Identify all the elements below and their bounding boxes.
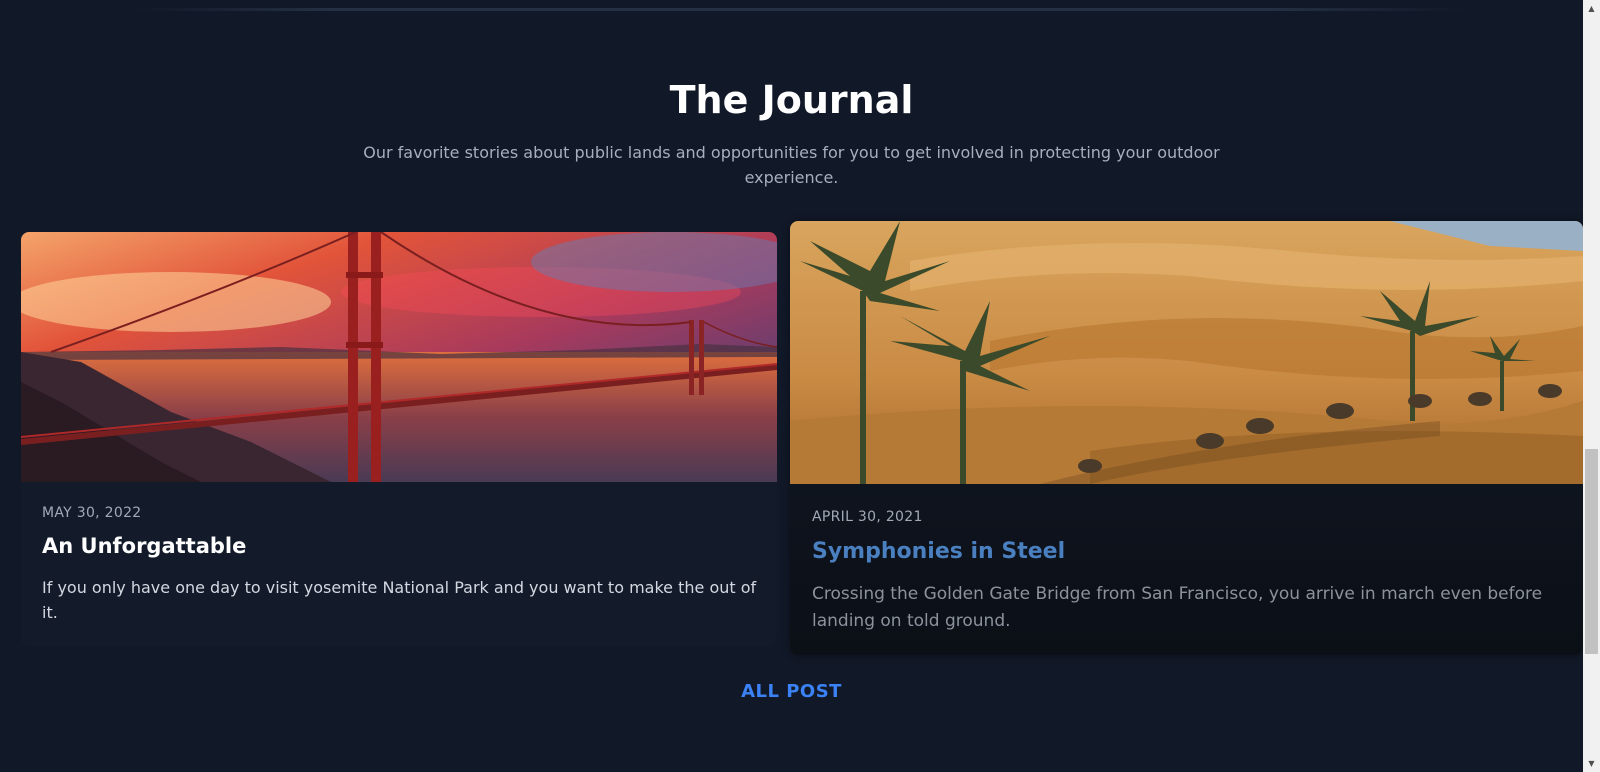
section-subtitle: Our favorite stories about public lands … xyxy=(363,143,1220,187)
vertical-scrollbar[interactable]: ▲ ▼ xyxy=(1583,0,1600,772)
scroll-down-arrow-icon[interactable]: ▼ xyxy=(1583,755,1600,772)
post-card-2[interactable]: APRIL 30, 2021 Symphonies in Steel Cross… xyxy=(790,221,1583,655)
post-title[interactable]: An Unforgattable xyxy=(42,534,246,558)
desert-camels-image xyxy=(790,221,1583,484)
post-date: MAY 30, 2022 xyxy=(42,505,142,521)
scroll-thumb[interactable] xyxy=(1585,449,1598,654)
post-image-bridge[interactable] xyxy=(21,232,777,482)
post-excerpt: Crossing the Golden Gate Bridge from San… xyxy=(812,584,1543,631)
post-image-desert[interactable] xyxy=(790,221,1583,484)
top-divider xyxy=(130,8,1470,11)
post-date: APRIL 30, 2021 xyxy=(812,509,923,525)
golden-gate-bridge-image xyxy=(21,232,777,482)
all-post-link[interactable]: ALL POST xyxy=(0,681,1583,702)
section-title: The Journal xyxy=(669,78,914,122)
scroll-up-arrow-icon[interactable]: ▲ xyxy=(1583,0,1600,17)
post-excerpt: If you only have one day to visit yosemi… xyxy=(42,578,757,622)
post-title[interactable]: Symphonies in Steel xyxy=(812,539,1065,564)
post-card-1[interactable]: MAY 30, 2022 An Unforgattable If you onl… xyxy=(21,232,777,647)
